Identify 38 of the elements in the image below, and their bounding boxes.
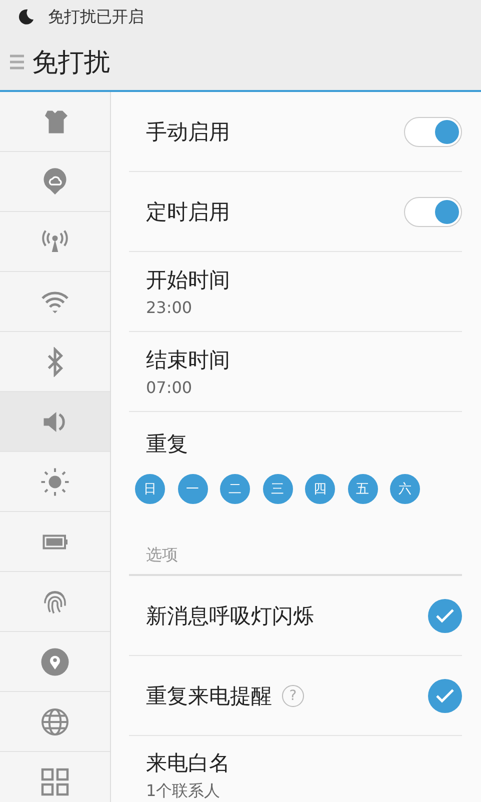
setting-value: 07:00: [146, 378, 192, 397]
setting-label: 来电白名: [146, 750, 230, 777]
setting-label: 定时启用: [146, 198, 230, 226]
setting-label: 结束时间: [146, 347, 230, 374]
checkbox[interactable]: [428, 598, 462, 632]
section-header: 选项: [146, 545, 178, 566]
grid-icon: [40, 766, 70, 796]
setting-label: 手动启用: [146, 118, 230, 146]
setting-row[interactable]: 结束时间 07:00: [129, 332, 462, 412]
weekday-toggle[interactable]: 五: [348, 474, 378, 504]
setting-value: 1个联系人: [146, 781, 220, 802]
weekday-toggle[interactable]: 三: [262, 474, 292, 504]
setting-row[interactable]: 来电白名 1个联系人: [129, 736, 462, 802]
toggle-switch[interactable]: [404, 116, 462, 146]
globe-icon: [40, 706, 70, 736]
location-icon: [40, 646, 70, 676]
page-title: 免打扰: [32, 46, 110, 80]
menu-icon[interactable]: [10, 53, 24, 71]
toggle-switch[interactable]: [404, 196, 462, 226]
moon-icon: [16, 7, 36, 27]
status-text: 免打扰已开启: [48, 6, 144, 28]
weekday-toggle[interactable]: 四: [305, 474, 335, 504]
weekday-toggle[interactable]: 日: [135, 474, 165, 504]
setting-value: 23:00: [146, 298, 192, 317]
weekday-toggle[interactable]: 六: [390, 474, 420, 504]
setting-label: 重复: [146, 431, 188, 458]
weekday-toggle[interactable]: 二: [220, 474, 250, 504]
setting-label: 开始时间: [146, 267, 230, 294]
checkmark-icon: [436, 688, 454, 702]
setting-row[interactable]: 开始时间 23:00: [129, 252, 462, 332]
checkbox[interactable]: [428, 678, 462, 712]
checkmark-icon: [436, 608, 454, 622]
weekday-toggle[interactable]: 一: [178, 474, 208, 504]
sun-icon: [40, 466, 70, 496]
sidebar-item[interactable]: [0, 392, 110, 452]
setting-label: 重复来电提醒: [146, 682, 272, 710]
help-icon[interactable]: ?: [282, 684, 304, 706]
setting-label: 新消息呼吸灯闪烁: [146, 602, 314, 630]
